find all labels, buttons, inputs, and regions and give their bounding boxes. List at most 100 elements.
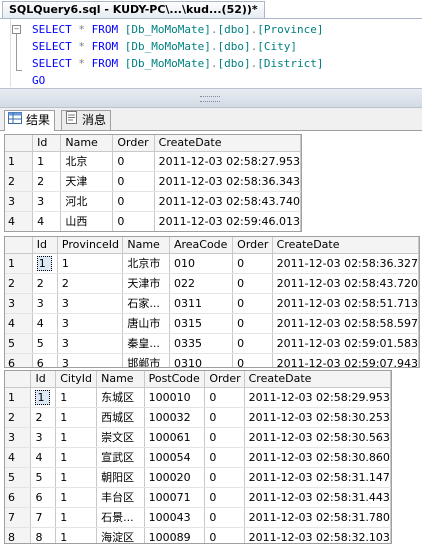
- table-cell[interactable]: 0: [204, 507, 245, 528]
- row-number[interactable]: 1: [5, 387, 32, 408]
- table-cell[interactable]: 5: [30, 467, 57, 488]
- table-row[interactable]: 1 1 北京 0 2011-12-03 02:58:27.953: [5, 151, 301, 172]
- query-tab[interactable]: SQLQuery6.sql - KUDY-PC\...\kud...(52))*: [2, 1, 265, 18]
- table-cell[interactable]: 2: [57, 273, 124, 294]
- column-header[interactable]: CreateDate: [272, 237, 419, 254]
- table-row[interactable]: 3 3 1 崇文区 100061 0 2011-12-03 02:58:30.563: [5, 427, 391, 448]
- row-number[interactable]: 4: [5, 211, 34, 231]
- table-cell[interactable]: 0: [204, 527, 245, 543]
- column-header[interactable]: PostCode: [144, 371, 206, 388]
- table-cell[interactable]: 1: [30, 387, 57, 408]
- table-row[interactable]: 7 7 1 石景... 100043 0 2011-12-03 02:58:31.780: [5, 507, 391, 528]
- row-number[interactable]: 2: [5, 171, 34, 192]
- column-header[interactable]: Name: [122, 237, 170, 254]
- district-results-grid[interactable]: Id CityId Name PostCode Order CreateDate 1 1 1 东城…: [4, 370, 392, 544]
- province-results-grid[interactable]: Id Name Order CreateDate 1 1 北京 0 2011-12-03 02:…: [4, 134, 302, 232]
- table-cell[interactable]: 2011-12-03 02:59:01.583: [272, 333, 419, 354]
- table-cell[interactable]: 2011-12-03 02:58:30.253: [244, 407, 391, 428]
- table-cell[interactable]: 6: [32, 353, 58, 367]
- table-cell[interactable]: 0310: [169, 353, 234, 367]
- table-cell[interactable]: 0: [112, 151, 155, 172]
- table-cell[interactable]: 3: [57, 313, 124, 334]
- table-cell[interactable]: 天津市: [122, 273, 170, 294]
- column-header[interactable]: Order: [232, 237, 273, 254]
- row-number[interactable]: 2: [5, 407, 32, 428]
- table-cell[interactable]: 1: [55, 447, 98, 468]
- table-cell[interactable]: 2011-12-03 02:58:31.147: [244, 467, 391, 488]
- column-header[interactable]: ProvinceId: [57, 237, 124, 254]
- table-cell[interactable]: 0: [112, 171, 155, 192]
- table-cell[interactable]: 2011-12-03 02:58:31.443: [244, 487, 391, 508]
- column-header[interactable]: Id: [32, 135, 62, 152]
- splitter-grip-icon[interactable]: [200, 96, 220, 102]
- table-cell[interactable]: 石景...: [96, 507, 145, 528]
- table-cell[interactable]: 1: [55, 507, 98, 528]
- table-cell[interactable]: 1: [55, 407, 98, 428]
- table-row[interactable]: 1 1 1 东城区 100010 0 2011-12-03 02:58:29.953: [5, 387, 391, 408]
- table-cell[interactable]: 0: [204, 467, 245, 488]
- row-number[interactable]: 5: [5, 467, 32, 488]
- pane-splitter[interactable]: [0, 88, 422, 108]
- corner-cell[interactable]: [5, 135, 34, 152]
- table-cell[interactable]: 2011-12-03 02:58:43.740: [154, 191, 301, 212]
- table-cell[interactable]: 石家...: [122, 293, 170, 314]
- table-row[interactable]: 3 3 3 石家... 0311 0 2011-12-03 02:58:51.713: [5, 293, 419, 314]
- table-cell[interactable]: 0: [204, 387, 245, 408]
- table-cell[interactable]: 唐山市: [122, 313, 170, 334]
- table-cell[interactable]: 丰台区: [96, 487, 145, 508]
- row-number[interactable]: 3: [5, 427, 32, 448]
- column-header[interactable]: CreateDate: [154, 135, 301, 152]
- table-cell[interactable]: 0: [204, 427, 245, 448]
- table-cell[interactable]: 0: [232, 253, 273, 274]
- table-cell[interactable]: 2011-12-03 02:58:51.713: [272, 293, 419, 314]
- table-cell[interactable]: 1: [55, 527, 98, 543]
- sql-editor[interactable]: − SELECT * FROM [Db_MoMoMate].[dbo].[Pro…: [0, 19, 422, 87]
- table-cell[interactable]: 2011-12-03 02:58:36.343: [154, 171, 301, 192]
- corner-cell[interactable]: [5, 237, 33, 254]
- row-number[interactable]: 3: [5, 191, 34, 212]
- table-row[interactable]: 2 2 2 天津市 022 0 2011-12-03 02:58:43.720: [5, 273, 419, 294]
- column-header[interactable]: Name: [96, 371, 145, 388]
- table-cell[interactable]: 山西: [60, 211, 114, 231]
- table-cell[interactable]: 1: [55, 387, 98, 408]
- table-cell[interactable]: 2011-12-03 02:58:29.953: [244, 387, 391, 408]
- table-row[interactable]: 4 4 3 唐山市 0315 0 2011-12-03 02:58:58.597: [5, 313, 419, 334]
- table-cell[interactable]: 东城区: [96, 387, 145, 408]
- row-number[interactable]: 1: [5, 151, 34, 172]
- table-cell[interactable]: 1: [55, 427, 98, 448]
- table-cell[interactable]: 河北: [60, 191, 114, 212]
- table-cell[interactable]: 0: [112, 191, 155, 212]
- row-number[interactable]: 5: [5, 333, 33, 354]
- table-row[interactable]: 4 4 山西 0 2011-12-03 02:59:46.013: [5, 211, 301, 231]
- table-cell[interactable]: 北京: [60, 151, 114, 172]
- table-cell[interactable]: 北京市: [122, 253, 170, 274]
- table-cell[interactable]: 1: [55, 467, 98, 488]
- table-cell[interactable]: 2: [32, 273, 58, 294]
- table-cell[interactable]: 1: [57, 253, 124, 274]
- table-cell[interactable]: 4: [30, 447, 57, 468]
- row-number[interactable]: 1: [5, 253, 33, 274]
- table-cell[interactable]: 3: [57, 293, 124, 314]
- corner-cell[interactable]: [5, 371, 32, 388]
- table-cell[interactable]: 100071: [144, 487, 206, 508]
- table-cell[interactable]: 邯郸市: [122, 353, 170, 367]
- column-header[interactable]: Id: [32, 237, 58, 254]
- table-cell[interactable]: 6: [30, 487, 57, 508]
- table-cell[interactable]: 秦皇...: [122, 333, 170, 354]
- table-cell[interactable]: 010: [169, 253, 234, 274]
- table-row[interactable]: 2 2 天津 0 2011-12-03 02:58:36.343: [5, 171, 301, 192]
- row-number[interactable]: 7: [5, 507, 32, 528]
- table-row[interactable]: 6 6 3 邯郸市 0310 0 2011-12-03 02:59:07.943: [5, 353, 419, 367]
- table-cell[interactable]: 0315: [169, 313, 234, 334]
- table-row[interactable]: 4 4 1 宣武区 100054 0 2011-12-03 02:58:30.860: [5, 447, 391, 468]
- city-results-grid[interactable]: Id ProvinceId Name AreaCode Order CreateDate 1…: [4, 236, 420, 368]
- table-cell[interactable]: 0: [232, 273, 273, 294]
- table-cell[interactable]: 海淀区: [96, 527, 145, 543]
- table-cell[interactable]: 天津: [60, 171, 114, 192]
- table-cell[interactable]: 2011-12-03 02:59:07.943: [272, 353, 419, 367]
- table-cell[interactable]: 100032: [144, 407, 206, 428]
- table-cell[interactable]: 0: [232, 293, 273, 314]
- table-cell[interactable]: 西城区: [96, 407, 145, 428]
- table-cell[interactable]: 3: [57, 353, 124, 367]
- column-header[interactable]: Order: [112, 135, 155, 152]
